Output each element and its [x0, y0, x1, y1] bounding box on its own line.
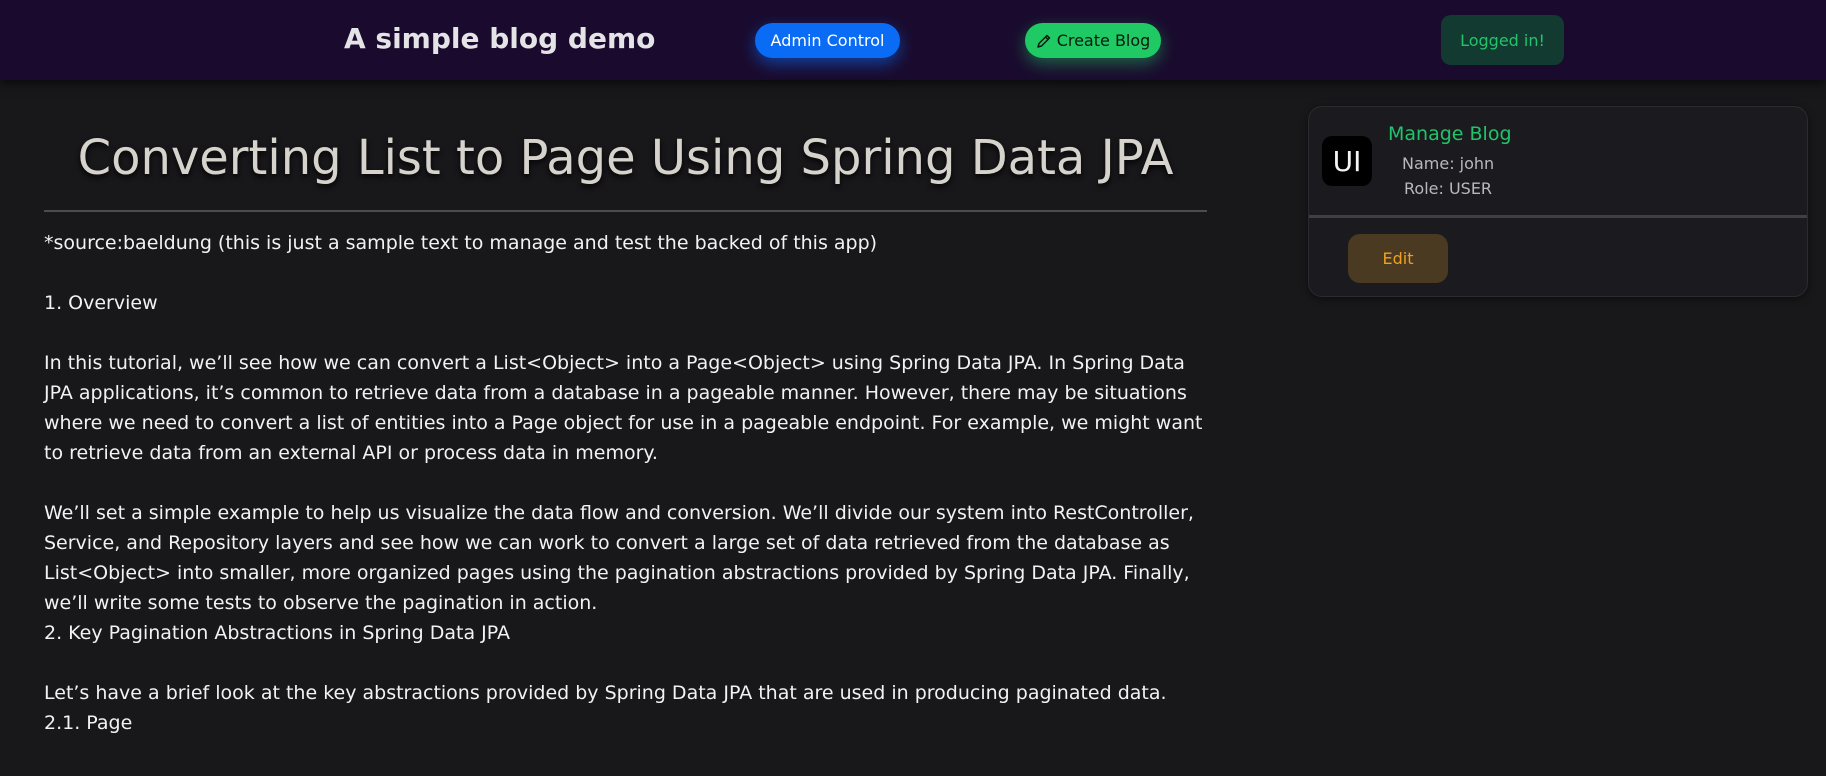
post-body: *source:baeldung (this is just a sample … — [44, 228, 1207, 738]
edit-button[interactable]: Edit — [1348, 234, 1448, 283]
top-navbar: A simple blog demo Admin Control Create … — [0, 0, 1826, 80]
post-title: Converting List to Page Using Spring Dat… — [77, 130, 1174, 186]
create-blog-label: Create Blog — [1056, 31, 1151, 50]
create-blog-button[interactable]: Create Blog — [1025, 23, 1161, 58]
user-role: Role: USER — [1404, 179, 1493, 198]
avatar: UI — [1322, 136, 1372, 186]
manage-blog-title: Manage Blog — [1388, 123, 1512, 145]
title-divider — [44, 210, 1207, 212]
post-paragraph: 1. Overview — [44, 292, 158, 314]
login-status-badge: Logged in! — [1441, 15, 1564, 65]
blog-post: Converting List to Page Using Spring Dat… — [44, 80, 1207, 738]
post-paragraph: We’ll set a simple example to help us vi… — [44, 502, 1194, 644]
user-name: Name: john — [1402, 154, 1495, 173]
card-divider — [1309, 215, 1807, 218]
post-paragraph: Let’s have a brief look at the key abstr… — [44, 682, 1167, 734]
site-brand[interactable]: A simple blog demo — [344, 22, 655, 55]
post-paragraph: In this tutorial, we’ll see how we can c… — [44, 352, 1203, 464]
admin-control-button[interactable]: Admin Control — [755, 23, 900, 58]
post-paragraph: *source:baeldung (this is just a sample … — [44, 232, 878, 254]
manage-blog-card: UI Manage Blog Name: john Role: USER Edi… — [1308, 106, 1808, 297]
pencil-icon — [1036, 33, 1052, 49]
